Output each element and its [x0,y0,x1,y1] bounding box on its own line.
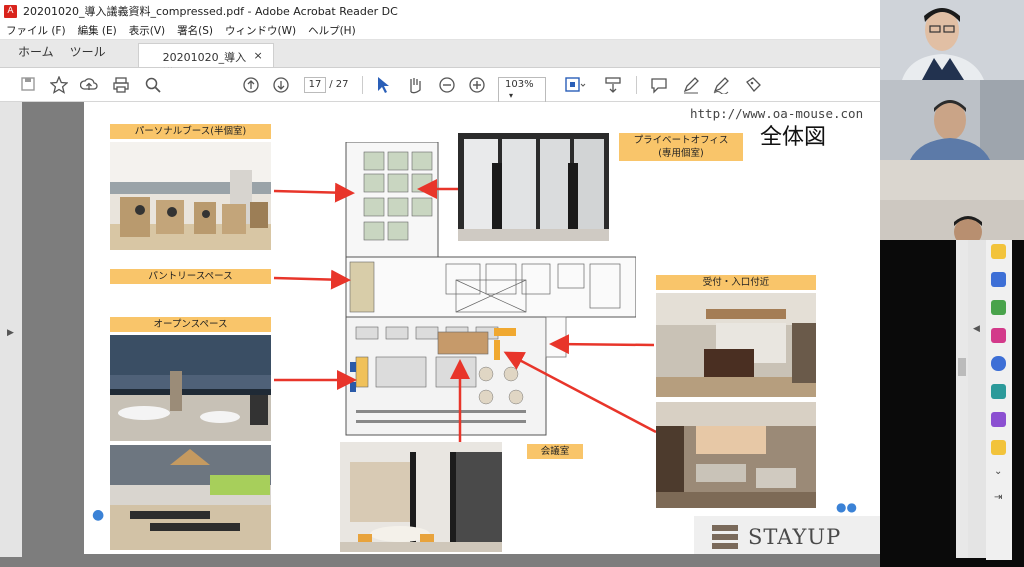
chevron-left-icon: ◀ [973,324,980,334]
stayup-logo: STAYUP [694,516,880,554]
open-space-photo-1 [110,335,271,441]
tab-tools[interactable]: ツール [68,43,120,67]
menu-sign[interactable]: 署名(S) [177,23,213,38]
open-space-photo-2 [110,445,271,550]
right-panel-toggle[interactable]: ◀ [968,240,986,558]
acrobat-icon: A [4,4,17,18]
tools-pane: ⌄ ⇥ [986,240,1012,560]
video-tile-3 [880,160,1024,240]
page-number-input[interactable]: 17 [304,77,326,93]
select-cursor-icon[interactable] [376,76,390,94]
highlight-pen-icon[interactable] [682,76,700,94]
print-icon[interactable] [112,76,130,94]
export-pdf-icon[interactable] [991,272,1006,287]
protect-shield-icon[interactable] [991,356,1006,371]
tab-close-button[interactable]: × [253,49,262,67]
participant-video-2 [880,80,1024,160]
menu-window[interactable]: ウィンドウ(W) [225,23,296,38]
chevron-right-icon: ▶ [7,328,14,338]
tab-home[interactable]: ホーム [0,43,68,67]
fill-sign-icon[interactable] [744,76,762,94]
toolbar-divider [636,76,637,94]
search-icon[interactable] [144,76,162,94]
edit-pdf-icon[interactable] [991,328,1006,343]
chevron-down-icon[interactable]: ⌄ [994,466,1002,477]
participant-video-1 [880,0,1024,80]
mascot-icon: ● [92,507,105,523]
left-panel-toggle[interactable]: ▶ [0,102,22,557]
menu-view[interactable]: 表示(V) [129,23,165,38]
reception-photo [656,293,816,397]
menu-bar: ファイル (F) 編集 (E) 表示(V) 署名(S) ウィンドウ(W) ヘルプ… [0,22,880,40]
comment-icon[interactable] [650,76,668,94]
zoom-out-icon[interactable] [438,76,456,94]
hand-tool-icon[interactable] [406,76,424,94]
zoom-level-value: 103% [505,79,534,90]
send-for-review-icon[interactable] [991,440,1006,455]
toolbar-divider [362,76,363,94]
video-tile-1 [880,0,1024,80]
menu-help[interactable]: ヘルプ(H) [308,23,356,38]
chevron-down-icon: ▾ [509,91,514,100]
save-icon[interactable] [20,76,36,92]
page-indicator: 17 / 27 [304,77,348,93]
vertical-scrollbar[interactable] [956,240,968,558]
participant-video-3 [880,160,1024,240]
tab-document[interactable]: 20201020_導入議... × [137,43,274,80]
pdf-page: http://www.oa-mouse.con 全体図 パーソナルブース(半個室… [84,102,880,554]
upload-cloud-icon[interactable] [80,76,98,94]
bookmark-star-icon[interactable] [50,76,68,94]
toolbar: 17 / 27 103% ▾ [0,68,880,103]
scroll-mode-icon[interactable] [604,76,622,94]
mascot-icon: ●● [836,500,857,514]
page-total: 27 [335,79,349,90]
zoom-in-icon[interactable] [468,76,486,94]
window-title: 20201020_導入議義資料_compressed.pdf - Adobe A… [23,5,398,18]
video-tile-2 [880,80,1024,160]
page-separator: / [329,79,333,90]
comment-tool-icon[interactable] [991,244,1006,259]
collapse-pane-icon[interactable]: ⇥ [994,492,1002,503]
title-bar: A 20201020_導入議義資料_compressed.pdf - Adobe… [0,0,880,22]
next-page-icon[interactable] [272,76,290,94]
scrollbar-thumb[interactable] [958,358,966,376]
menu-edit[interactable]: 編集 (E) [78,23,117,38]
fit-page-icon[interactable] [564,76,586,94]
menu-file[interactable]: ファイル (F) [6,23,66,38]
tab-document-label: 20201020_導入議... [162,51,247,80]
stayup-logo-text: STAYUP [748,525,842,549]
acrobat-window: A 20201020_導入議義資料_compressed.pdf - Adobe… [0,0,880,567]
tab-bar: ホーム ツール 20201020_導入議... × [0,40,880,80]
stayup-logo-mark [712,525,738,549]
zoom-level-select[interactable]: 103% ▾ [498,77,546,103]
previous-page-icon[interactable] [242,76,260,94]
meeting-room-photo [340,442,502,552]
reception-lounge-photo [656,402,816,508]
organize-pages-icon[interactable] [991,300,1006,315]
fill-sign-tool-icon[interactable] [991,412,1006,427]
document-area: ▶ http://www.oa-mouse.con 全体図 パーソナルブース(半… [0,102,880,567]
sign-pen-icon[interactable] [712,76,730,94]
compress-icon[interactable] [991,384,1006,399]
